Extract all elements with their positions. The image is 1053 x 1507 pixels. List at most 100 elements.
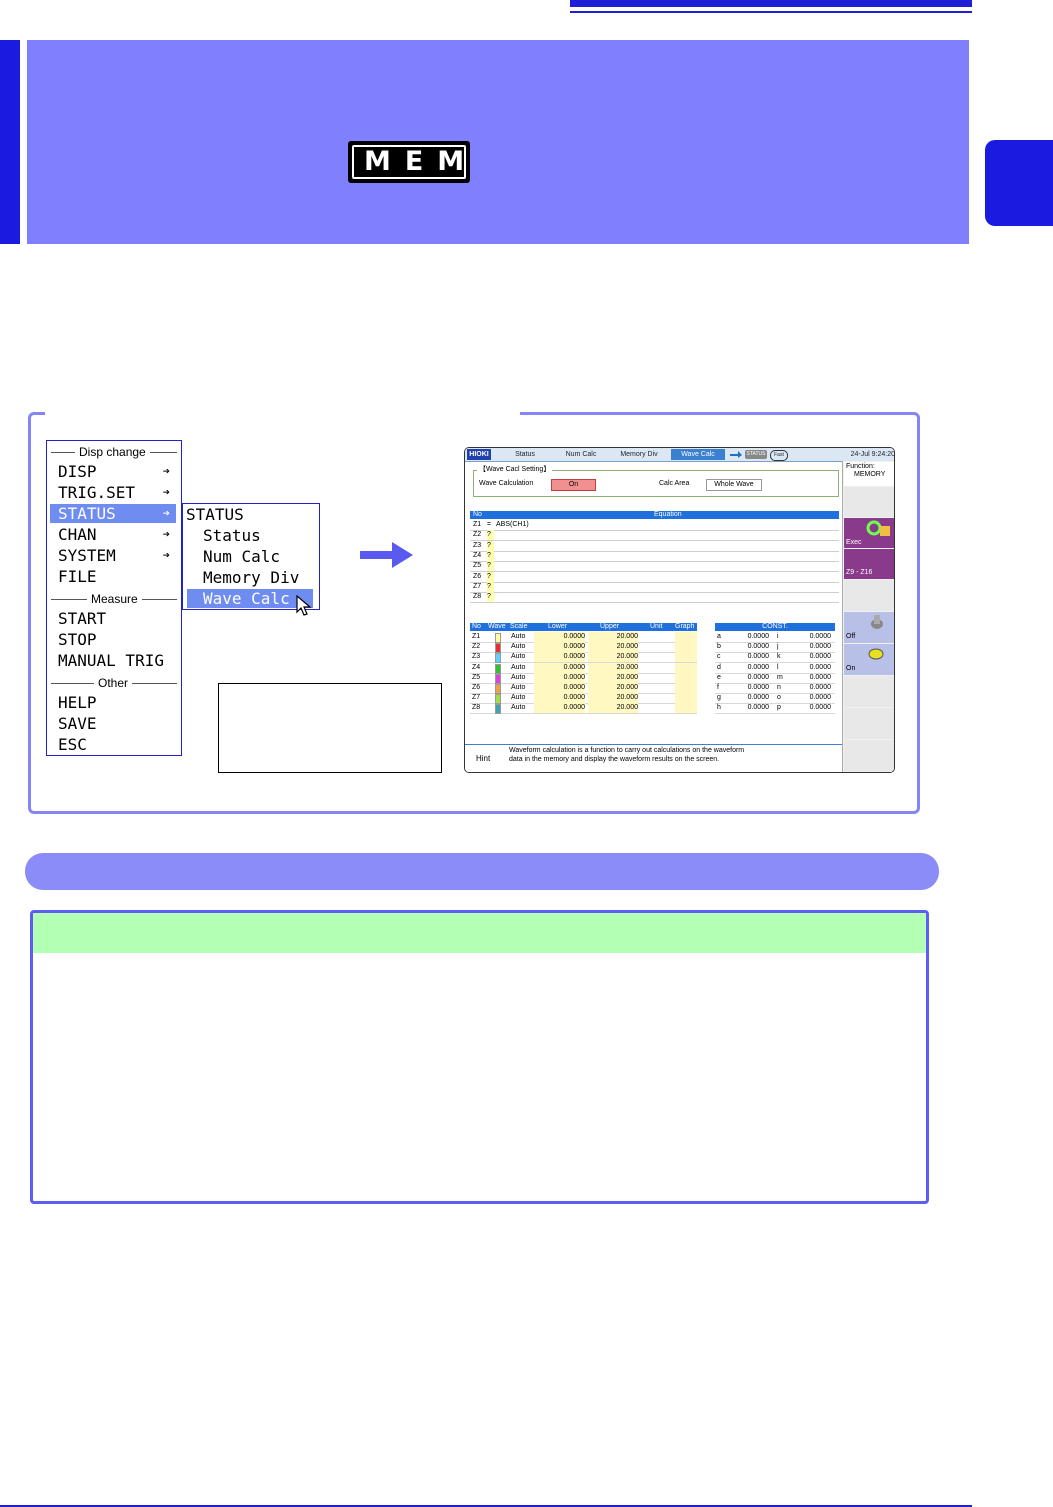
menu-item-status[interactable]: STATUS ➔ <box>50 504 176 523</box>
softkey-blank[interactable] <box>844 708 894 739</box>
callout-box <box>218 683 442 773</box>
const-value: 0.0000 <box>747 633 769 640</box>
softkey-blank[interactable] <box>844 676 894 707</box>
scale-upper: 20.000 <box>588 693 638 704</box>
eq-no: Z8 <box>473 593 482 601</box>
wave-calc-label: Wave Calculation <box>479 480 534 487</box>
menu-section-other: Other <box>94 676 133 690</box>
menu-item-help[interactable]: HELP <box>50 693 176 712</box>
menu-item-system[interactable]: SYSTEM ➔ <box>50 546 176 565</box>
header-band <box>27 40 969 244</box>
scale-no: Z1 <box>472 633 481 640</box>
submenu-item-memory-div[interactable]: Memory Div <box>187 568 313 587</box>
eq-mark: ? <box>487 530 494 541</box>
eq-no: Z2 <box>473 531 482 539</box>
z9-z16-button[interactable]: Z9 - Z16 <box>844 549 894 579</box>
equation-table-header: No Equation <box>470 511 839 519</box>
mem-mode-logo: MEM <box>348 141 470 183</box>
eq-no: Z4 <box>473 551 482 559</box>
on-button[interactable]: On <box>844 644 894 675</box>
const-key: g <box>717 694 721 702</box>
scale-mode: Auto <box>511 694 526 702</box>
const-key: k <box>777 653 781 661</box>
scale-mode: Auto <box>511 643 526 651</box>
softkey-blank[interactable] <box>844 580 894 611</box>
status-submenu: STATUS Status Num Calc Memory Div Wave C… <box>182 503 320 616</box>
scale-row[interactable]: Z8 Auto 0.0000 20.000 <box>470 703 697 715</box>
scale-graph <box>675 652 697 663</box>
arrow-right-icon: ➔ <box>162 464 170 478</box>
scale-col-scale: Scale <box>510 623 528 630</box>
const-value: 0.0000 <box>809 663 831 671</box>
scale-col-unit: Unit <box>650 623 663 630</box>
scale-upper: 20.000 <box>588 703 638 714</box>
const-key: h <box>717 704 721 712</box>
menu-item-file[interactable]: FILE <box>50 567 176 586</box>
scale-table-header: No Wave Scale Lower Upper Unit Graph <box>470 623 697 631</box>
menu-item-trig-set[interactable]: TRIG.SET ➔ <box>50 483 176 502</box>
eq-mark: ? <box>487 540 494 551</box>
hint-bar: Hint Waveform calculation is a function … <box>465 744 842 772</box>
arrow-right-icon: ➔ <box>162 548 170 562</box>
const-value: 0.0000 <box>747 643 769 651</box>
off-label: Off <box>846 633 856 640</box>
wave-calc-value[interactable]: On <box>551 479 596 491</box>
menu-item-label: DISP <box>58 462 97 481</box>
screen-tab-status[interactable]: Status <box>501 449 549 460</box>
menu-item-save[interactable]: SAVE <box>50 714 176 733</box>
scale-graph <box>675 642 697 653</box>
submenu-item-num-calc[interactable]: Num Calc <box>187 547 313 566</box>
screen-tab-num-calc[interactable]: Num Calc <box>555 449 607 460</box>
eq-col-no: No <box>473 511 482 518</box>
const-row[interactable]: h 0.0000 p 0.0000 <box>715 703 835 715</box>
screen-tab-wave-calc[interactable]: Wave Calc <box>671 449 725 460</box>
const-key: n <box>777 684 781 691</box>
submenu-title: STATUS <box>186 505 244 524</box>
calc-area-value[interactable]: Whole Wave <box>706 479 762 491</box>
softkey-blank[interactable] <box>844 740 894 771</box>
eq-col-equation: Equation <box>654 511 682 518</box>
exec-button[interactable]: Exec <box>844 518 894 548</box>
menu-item-disp[interactable]: DISP ➔ <box>50 462 176 481</box>
menu-item-label: CHAN <box>58 525 97 544</box>
const-value: 0.0000 <box>809 684 831 691</box>
scale-lower: 0.0000 <box>534 662 585 673</box>
knob-on-icon <box>868 648 884 660</box>
scale-lower: 0.0000 <box>534 693 585 704</box>
scale-mode: Auto <box>511 673 526 681</box>
hioki-logo: HIOKI <box>467 449 491 460</box>
eq-mark: ? <box>487 571 494 582</box>
eq-mark: ? <box>487 550 494 561</box>
scale-mode: Auto <box>511 663 526 671</box>
const-key: m <box>777 673 783 681</box>
menu-item-chan[interactable]: CHAN ➔ <box>50 525 176 544</box>
menu-item-start[interactable]: START <box>50 609 176 628</box>
menu-item-stop[interactable]: STOP <box>50 630 176 649</box>
const-value: 0.0000 <box>747 653 769 661</box>
eq-no: Z5 <box>473 562 482 570</box>
eq-mark: ? <box>487 592 494 603</box>
exec-label: Exec <box>846 539 862 546</box>
const-value: 0.0000 <box>809 673 831 681</box>
screen-tab-memory-div[interactable]: Memory Div <box>611 449 667 460</box>
equation-row[interactable]: Z8? <box>470 592 839 604</box>
exec-icon <box>866 520 890 536</box>
softkey-blank[interactable] <box>844 487 894 517</box>
mouse-cursor-icon <box>296 595 312 616</box>
section-heading-bar <box>25 853 939 890</box>
submenu-item-status[interactable]: Status <box>187 526 313 545</box>
scale-col-wave: Wave <box>488 623 506 630</box>
submenu-item-wave-calc[interactable]: Wave Calc <box>187 589 313 608</box>
scale-lower: 0.0000 <box>534 642 585 653</box>
knob-icon <box>871 615 883 629</box>
hint-label: Hint <box>476 754 491 763</box>
const-value: 0.0000 <box>809 653 831 661</box>
scale-col-lower: Lower <box>548 623 568 630</box>
scale-upper: 20.000 <box>588 672 638 683</box>
scale-mode: Auto <box>511 633 526 640</box>
menu-item-esc[interactable]: ESC <box>50 735 176 754</box>
menu-item-label: STATUS <box>58 504 116 523</box>
context-menu: Disp change DISP ➔ TRIG.SET ➔ STATUS ➔ CHAN… <box>46 440 182 756</box>
off-button[interactable]: Off <box>844 612 894 643</box>
menu-item-manual-trig[interactable]: MANUAL TRIG <box>50 651 176 670</box>
